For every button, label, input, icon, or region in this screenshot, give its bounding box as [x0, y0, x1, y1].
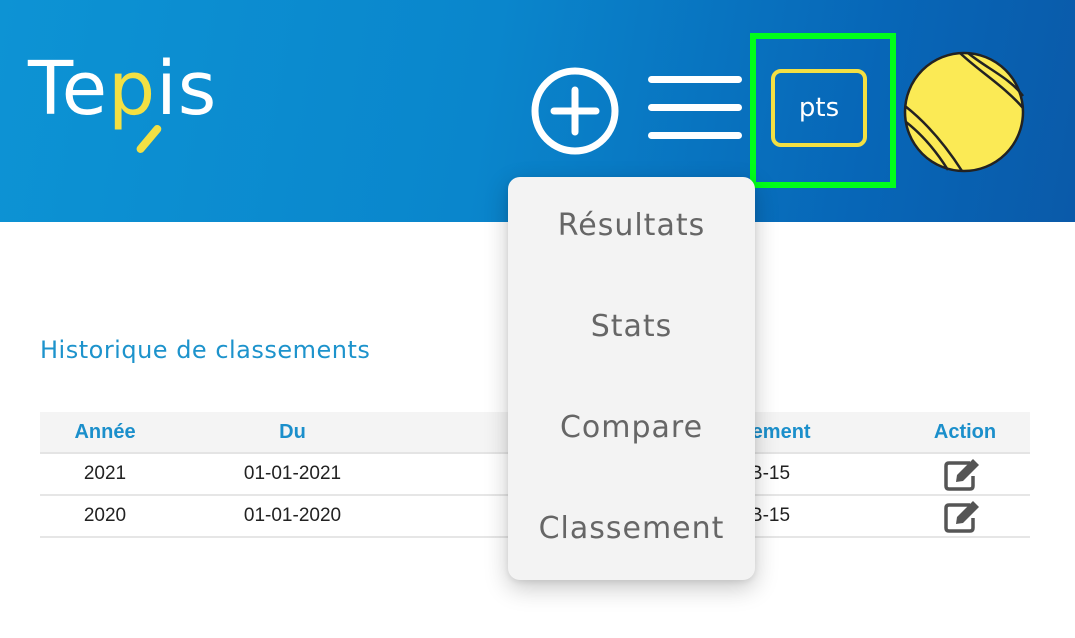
hamburger-line: [648, 76, 742, 83]
dropdown-menu: Résultats Stats Compare Classement: [508, 177, 755, 580]
edit-icon[interactable]: [943, 458, 981, 492]
hamburger-line: [648, 132, 742, 139]
header-annee: Année: [74, 421, 136, 443]
cell-du: 01-01-2021: [243, 463, 342, 484]
cell-du: 01-01-2020: [243, 505, 342, 526]
tepis-logo[interactable]: Tepis: [28, 52, 288, 167]
tennis-ball-icon[interactable]: [902, 50, 1026, 174]
menu-item-classement[interactable]: Classement: [508, 499, 755, 559]
logo-text: Tepis: [28, 46, 218, 132]
edit-icon[interactable]: [943, 500, 981, 534]
header-du: Du: [279, 421, 306, 443]
menu-item-stats[interactable]: Stats: [508, 297, 755, 357]
header-action: Action: [933, 421, 997, 443]
cell-annee: 2020: [83, 505, 127, 526]
history-title: Historique de classements: [40, 336, 371, 364]
cell-annee: 2021: [83, 463, 127, 484]
hamburger-line: [648, 104, 742, 111]
hamburger-menu-button[interactable]: [648, 72, 742, 144]
menu-item-resultats[interactable]: Résultats: [508, 196, 755, 256]
pts-button[interactable]: pts: [771, 69, 867, 147]
plus-circle-icon[interactable]: [530, 66, 620, 156]
menu-item-compare[interactable]: Compare: [508, 398, 755, 458]
